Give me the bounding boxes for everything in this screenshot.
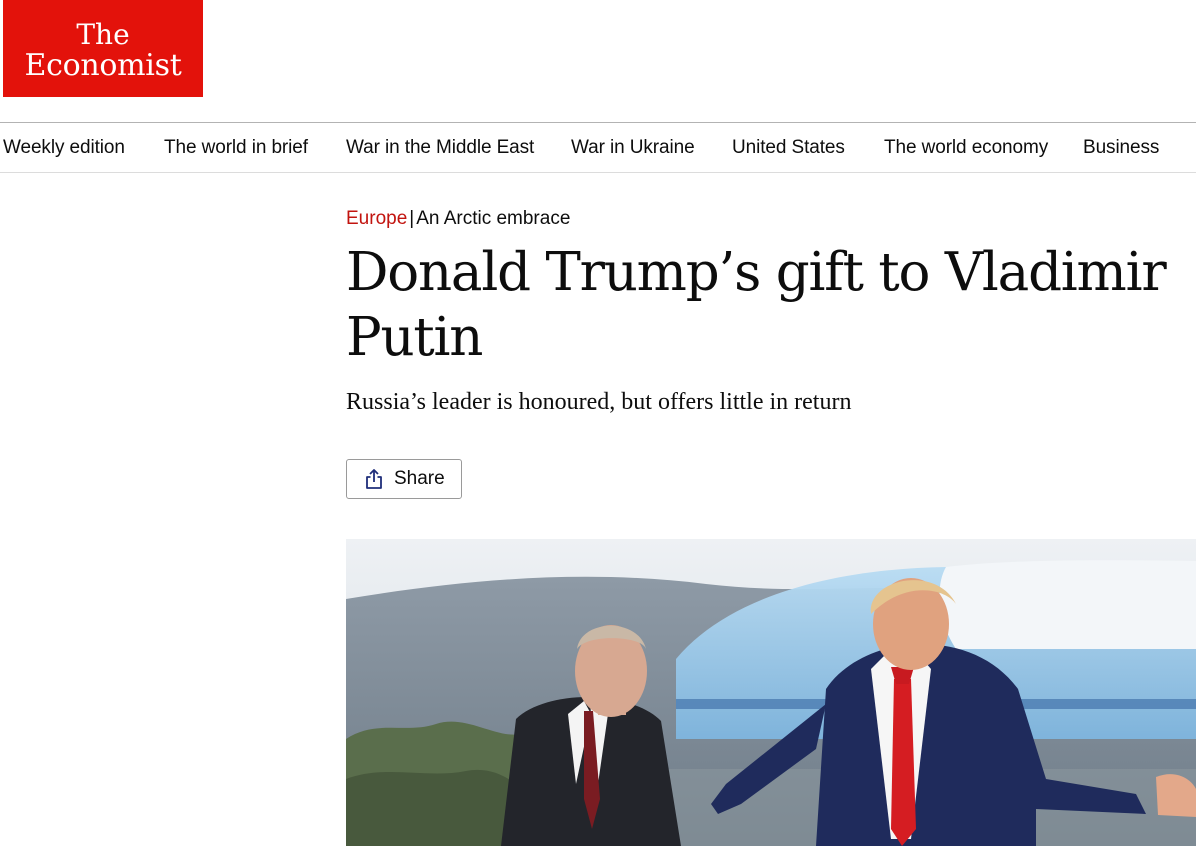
logo-line-2: Economist (24, 47, 182, 83)
article-headline: Donald Trump’s gift to Vladimir Putin (346, 242, 1167, 368)
share-button[interactable]: Share (346, 459, 462, 499)
rubric-separator: | (409, 208, 415, 229)
share-icon (364, 468, 384, 490)
nav-item-united-states[interactable]: United States (732, 123, 845, 172)
main-navigation: Weekly edition The world in brief War in… (0, 122, 1196, 173)
nav-item-middle-east[interactable]: War in the Middle East (346, 123, 534, 172)
nav-item-business[interactable]: Business (1083, 123, 1159, 172)
nav-item-war-in-ukraine[interactable]: War in Ukraine (571, 123, 695, 172)
hero-photo (346, 539, 1196, 846)
share-label: Share (394, 468, 445, 489)
nav-item-world-in-brief[interactable]: The world in brief (164, 123, 308, 172)
article-standfirst: Russia’s leader is honoured, but offers … (346, 389, 852, 415)
flytitle: An Arctic embrace (416, 208, 571, 229)
article-rubric: Europe | An Arctic embrace (346, 206, 570, 232)
nav-item-world-economy[interactable]: The world economy (884, 123, 1048, 172)
nav-item-weekly-edition[interactable]: Weekly edition (3, 123, 125, 172)
economist-logo[interactable]: The Economist (3, 0, 203, 97)
logo-line-1: The (76, 17, 130, 51)
hero-image (346, 539, 1196, 846)
section-link[interactable]: Europe (346, 208, 407, 229)
